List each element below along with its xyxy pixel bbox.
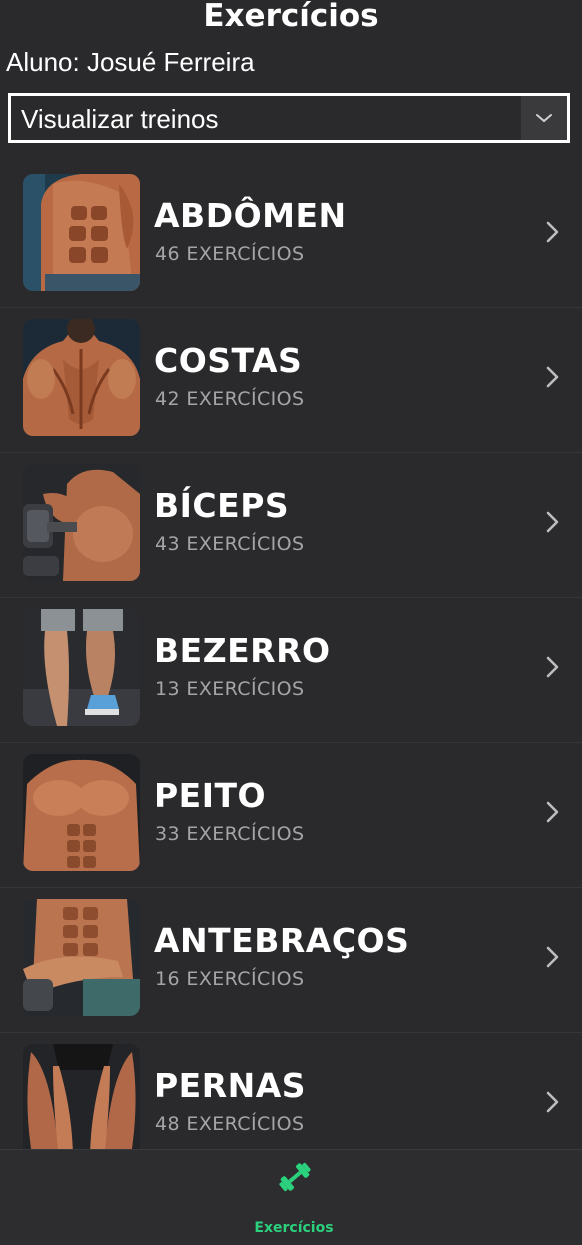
list-item-biceps[interactable]: BÍCEPS 43 EXERCÍCIOS: [0, 453, 582, 598]
category-name: PEITO: [154, 776, 267, 815]
exercise-count: 16 EXERCÍCIOS: [155, 968, 305, 990]
muscle-group-list: ABDÔMEN 46 EXERCÍCIOS COSTAS 42 EXERCÍCI…: [0, 163, 582, 1149]
exercise-count: 48 EXERCÍCIOS: [155, 1113, 305, 1135]
exercise-count: 43 EXERCÍCIOS: [155, 533, 305, 555]
pernas-thumbnail: [23, 1044, 140, 1149]
costas-thumbnail: [23, 319, 140, 436]
workout-select[interactable]: Visualizar treinos: [8, 93, 570, 143]
peito-thumbnail: [23, 754, 140, 871]
category-name: COSTAS: [154, 341, 303, 380]
category-name: PERNAS: [154, 1066, 307, 1105]
exercise-count: 46 EXERCÍCIOS: [155, 243, 305, 265]
tab-label: Exercícios: [254, 1220, 334, 1236]
workout-select-value: Visualizar treinos: [21, 104, 219, 134]
bezerro-thumbnail: [23, 609, 140, 726]
page-title: Exercícios: [203, 0, 379, 34]
biceps-thumbnail: [23, 464, 140, 581]
chevron-right-icon: [546, 511, 559, 533]
chevron-right-icon: [546, 801, 559, 823]
tab-exercicios[interactable]: Exercícios: [244, 1160, 344, 1240]
list-item-antebracos[interactable]: ANTEBRAÇOS 16 EXERCÍCIOS: [0, 888, 582, 1033]
category-name: ABDÔMEN: [154, 196, 347, 235]
list-item-costas[interactable]: COSTAS 42 EXERCÍCIOS: [0, 308, 582, 453]
exercise-count: 42 EXERCÍCIOS: [155, 388, 305, 410]
list-item-bezerro[interactable]: BEZERRO 13 EXERCÍCIOS: [0, 598, 582, 743]
antebracos-thumbnail: [23, 899, 140, 1016]
chevron-right-icon: [546, 656, 559, 678]
chevron-down-icon[interactable]: [521, 96, 567, 140]
bottom-navigation: Exercícios: [0, 1149, 582, 1245]
dumbbell-icon: [279, 1162, 311, 1192]
chevron-right-icon: [546, 366, 559, 388]
exercise-count: 33 EXERCÍCIOS: [155, 823, 305, 845]
chevron-right-icon: [546, 221, 559, 243]
category-name: BEZERRO: [154, 631, 331, 670]
abdomen-thumbnail: [23, 174, 140, 291]
chevron-right-icon: [546, 1091, 559, 1113]
chevron-right-icon: [546, 946, 559, 968]
list-item-abdomen[interactable]: ABDÔMEN 46 EXERCÍCIOS: [0, 163, 582, 308]
category-name: ANTEBRAÇOS: [154, 921, 410, 960]
list-item-peito[interactable]: PEITO 33 EXERCÍCIOS: [0, 743, 582, 888]
exercise-count: 13 EXERCÍCIOS: [155, 678, 305, 700]
category-name: BÍCEPS: [154, 486, 290, 525]
list-item-pernas[interactable]: PERNAS 48 EXERCÍCIOS: [0, 1033, 582, 1149]
student-name-label: Aluno: Josué Ferreira: [6, 47, 255, 77]
